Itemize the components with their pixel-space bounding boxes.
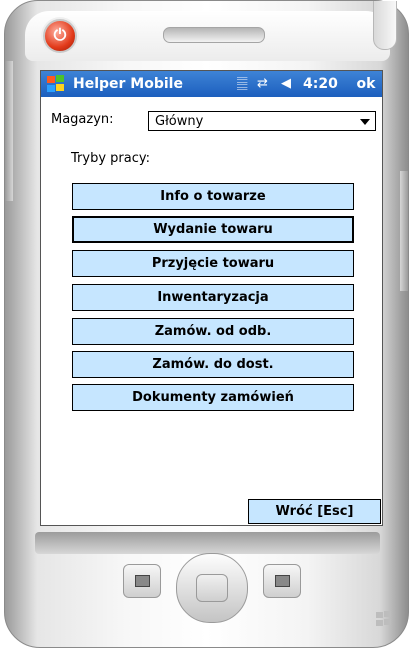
zamow-od-odb-button[interactable]: Zamów. od odb. [72, 318, 354, 345]
back-button[interactable]: Wróć [Esc] [248, 499, 381, 524]
warehouse-label: Magazyn: [51, 112, 114, 127]
sync-icon[interactable]: ⇄ [257, 75, 268, 93]
device-bottom-band [35, 532, 380, 554]
warehouse-select[interactable]: Główny [148, 111, 376, 131]
stylus-slot [373, 1, 397, 50]
wydanie-towaru-button[interactable]: Wydanie towaru [72, 216, 354, 243]
contacts-icon [275, 575, 290, 587]
device-screen: Helper Mobile 𝄛 ⇄ ◀ 4:20 ok Magazyn: Głó… [40, 70, 383, 526]
start-menu-icon[interactable] [45, 74, 65, 94]
app-title: Helper Mobile [73, 76, 183, 92]
navigation-pad-center[interactable] [196, 574, 228, 602]
przyjecie-towaru-button[interactable]: Przyjęcie towaru [72, 250, 354, 277]
taskbar: Helper Mobile 𝄛 ⇄ ◀ 4:20 ok [41, 71, 382, 97]
zamow-do-dost-button[interactable]: Zamów. do dost. [72, 351, 354, 378]
inwentaryzacja-button[interactable]: Inwentaryzacja [72, 284, 354, 311]
antenna-icon[interactable]: 𝄛 [237, 75, 247, 93]
speaker-icon[interactable]: ◀ [281, 75, 291, 93]
power-icon: ⏻ [53, 25, 67, 44]
contacts-hardware-button[interactable] [263, 564, 301, 598]
ok-button[interactable]: ok [351, 73, 381, 95]
calendar-icon [135, 575, 150, 587]
clock[interactable]: 4:20 [303, 75, 338, 93]
dokumenty-zamowien-button[interactable]: Dokumenty zamówień [72, 384, 354, 411]
side-button-left[interactable] [5, 61, 13, 201]
work-modes-label: Tryby pracy: [71, 151, 150, 166]
info-o-towarze-button[interactable]: Info o towarze [72, 183, 354, 210]
calendar-hardware-button[interactable] [123, 564, 161, 598]
speaker-grille [163, 27, 265, 43]
side-button-right[interactable] [400, 171, 408, 291]
power-button[interactable]: ⏻ [43, 19, 77, 53]
windows-logo-icon [375, 611, 393, 629]
warehouse-select-value: Główny [155, 114, 204, 129]
chevron-down-icon[interactable] [360, 119, 370, 125]
